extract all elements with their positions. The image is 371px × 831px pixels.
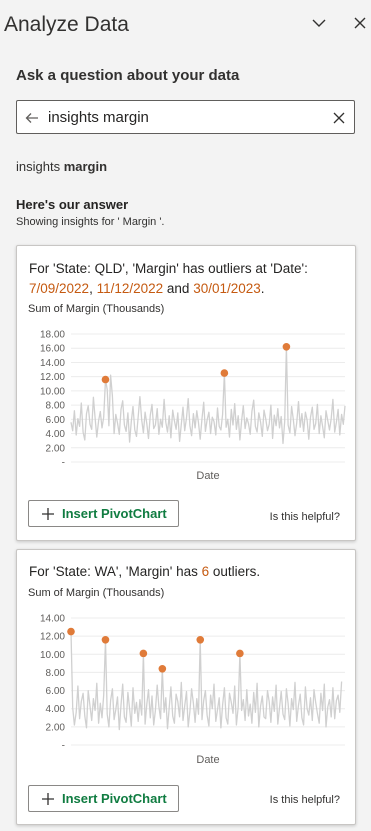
insight-description: For 'State: QLD', 'Margin' has outliers … (29, 259, 351, 299)
back-arrow-icon[interactable] (23, 109, 41, 127)
question-input[interactable]: insights margin (16, 100, 355, 134)
y-tick-label: 4.00 (46, 429, 66, 440)
outlier-point (236, 649, 244, 658)
chart-title: Sum of Margin (Thousands) (28, 587, 165, 599)
x-axis-title: Date (196, 754, 219, 766)
y-tick-label: 4.00 (46, 704, 66, 715)
outlier-point (67, 627, 75, 636)
plus-icon (36, 787, 60, 811)
y-tick-label: 18.00 (40, 330, 65, 341)
y-tick-label: 14.00 (40, 358, 65, 369)
margin-line-chart: 14.00 12.00 10.00 8.00 6.00 4.00 2.00 - Date (40, 614, 345, 766)
y-tick-label: 12.00 (40, 372, 65, 383)
outlier-point (101, 375, 110, 384)
pane-title: Analyze Data (4, 13, 129, 36)
y-tick-label: 8.00 (46, 668, 66, 679)
answer-heading: Here's our answer (16, 197, 129, 212)
chevron-down-icon (312, 19, 326, 27)
insert-pivotchart-button[interactable]: Insert PivotChart (28, 785, 179, 812)
y-tick-label: 8.00 (46, 401, 66, 412)
outlier-point (220, 369, 229, 377)
y-tick-label: 16.00 (40, 344, 65, 355)
close-icon (354, 17, 366, 29)
y-tick-label: 14.00 (40, 614, 65, 625)
plus-icon (36, 502, 60, 526)
desc-text: For 'State: WA', 'Margin' has (29, 564, 202, 579)
feedback-link[interactable]: Is this helpful? (270, 511, 340, 523)
outlier-point (158, 665, 167, 673)
desc-text: For 'State: QLD', 'Margin' has outliers … (29, 261, 308, 276)
outlier-point (101, 635, 110, 644)
insert-pivotchart-button[interactable]: Insert PivotChart (28, 500, 179, 527)
chart-title: Sum of Margin (Thousands) (28, 303, 165, 315)
answer-subtitle: Showing insights for ' Margin '. (16, 216, 165, 228)
insight-card-qld: For 'State: QLD', 'Margin' has outliers … (16, 245, 356, 541)
insight-card-wa: For 'State: WA', 'Margin' has 6 outliers… (16, 549, 356, 825)
y-tick-label: 6.00 (46, 415, 66, 426)
query-echo-plain: insights (16, 159, 64, 174)
y-tick-label: 10.00 (40, 386, 65, 397)
question-input-value[interactable]: insights margin (48, 109, 149, 126)
margin-series-line (70, 631, 343, 731)
desc-separator: and (163, 281, 194, 296)
outlier-date-1: 7/09/2022 (29, 281, 90, 296)
desc-suffix: outliers. (209, 564, 261, 579)
margin-series-line (70, 346, 346, 445)
query-echo-bold: margin (63, 159, 108, 174)
x-axis-title: Date (196, 470, 219, 482)
y-tick-label: - (62, 458, 65, 469)
insert-pivotchart-label: Insert PivotChart (62, 791, 167, 806)
y-tick-label: 2.00 (46, 722, 66, 733)
y-tick-label: 12.00 (40, 632, 65, 643)
outlier-point (196, 635, 205, 644)
insight-description: For 'State: WA', 'Margin' has 6 outliers… (29, 562, 351, 582)
outlier-date-2: 11/12/2022 (96, 281, 164, 296)
y-tick-label: 6.00 (46, 686, 66, 697)
feedback-link[interactable]: Is this helpful? (270, 794, 340, 806)
y-tick-label: - (62, 741, 65, 752)
y-tick-label: 10.00 (40, 650, 65, 661)
clear-search-button[interactable] (329, 108, 349, 128)
outlier-date-3: 30/01/2023 (193, 281, 261, 296)
margin-line-chart: 18.00 16.00 14.00 12.00 10.00 8.00 6.00 4.00 2.0… (40, 330, 346, 482)
question-prompt: Ask a question about your data (16, 67, 240, 84)
clear-icon (333, 112, 345, 124)
pane-header: Analyze Data (0, 0, 371, 48)
insert-pivotchart-label: Insert PivotChart (62, 506, 167, 521)
y-tick-label: 2.00 (46, 443, 66, 454)
outlier-count: 6 (201, 564, 210, 579)
desc-separator: , (89, 281, 97, 296)
outlier-point (282, 343, 291, 351)
pane-options-button[interactable] (308, 12, 330, 34)
pane-close-button[interactable] (349, 12, 371, 34)
outlier-point (139, 649, 148, 658)
desc-suffix: . (260, 281, 265, 296)
query-echo: insights margin (16, 159, 107, 174)
